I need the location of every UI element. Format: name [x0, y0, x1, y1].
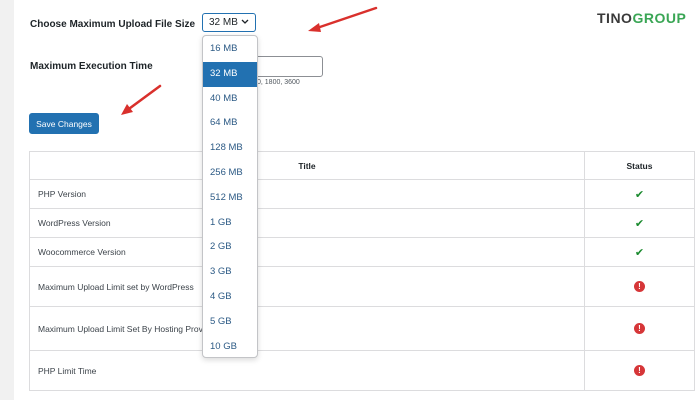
status-table: Title Status PHP Version ✔ WordPress Ver…: [29, 151, 695, 391]
check-icon: ✔: [634, 246, 645, 259]
table-row: PHP Version ✔: [29, 179, 695, 209]
execution-time-hint: 0, 1800, 3600: [257, 79, 300, 86]
table-row: Maximum Upload Limit set by WordPress !: [29, 266, 695, 307]
option-2gb[interactable]: 2 GB: [203, 235, 257, 260]
table-row: Woocommerce Version ✔: [29, 237, 695, 267]
status-cell: !: [584, 350, 695, 391]
option-64mb[interactable]: 64 MB: [203, 111, 257, 136]
status-cell: !: [584, 266, 695, 307]
row-title: PHP Version: [29, 179, 585, 209]
upload-size-select[interactable]: 32 MB: [202, 13, 256, 32]
table-row: PHP Limit Time !: [29, 350, 695, 391]
brand-name-accent: GROUP: [632, 10, 687, 26]
check-icon: ✔: [634, 217, 645, 230]
option-4gb[interactable]: 4 GB: [203, 285, 257, 310]
option-3gb[interactable]: 3 GB: [203, 260, 257, 285]
save-changes-button[interactable]: Save Changes: [29, 113, 99, 134]
row-title: WordPress Version: [29, 208, 585, 238]
table-row: WordPress Version ✔: [29, 208, 695, 238]
row-title: PHP Limit Time: [29, 350, 585, 391]
row-title: Maximum Upload Limit set by WordPress: [29, 266, 585, 307]
execution-time-input[interactable]: [253, 56, 323, 77]
annotation-arrow-icon: [121, 84, 162, 115]
chevron-down-icon: [241, 19, 249, 24]
warning-icon: !: [634, 323, 645, 334]
table-header-row: Title Status: [29, 151, 695, 180]
upload-size-dropdown: 16 MB 32 MB 40 MB 64 MB 128 MB 256 MB 51…: [202, 35, 258, 358]
option-1gb[interactable]: 1 GB: [203, 211, 257, 236]
option-512mb[interactable]: 512 MB: [203, 186, 257, 211]
option-128mb[interactable]: 128 MB: [203, 136, 257, 161]
brand-logo: TINOGROUP: [597, 10, 686, 26]
brand-name-main: TINO: [597, 10, 633, 26]
option-5gb[interactable]: 5 GB: [203, 310, 257, 335]
upload-size-label: Choose Maximum Upload File Size: [30, 19, 196, 30]
execution-time-label: Maximum Execution Time: [30, 61, 153, 72]
status-cell: ✔: [584, 208, 695, 238]
warning-icon: !: [634, 365, 645, 376]
status-cell: !: [584, 306, 695, 351]
title-column-header: Title: [29, 151, 585, 180]
status-column-header: Status: [584, 151, 695, 180]
table-row: Maximum Upload Limit Set By Hosting Prov…: [29, 306, 695, 351]
row-title: Maximum Upload Limit Set By Hosting Prov…: [29, 306, 585, 351]
status-cell: ✔: [584, 179, 695, 209]
row-title: Woocommerce Version: [29, 237, 585, 267]
option-10gb[interactable]: 10 GB: [203, 335, 257, 357]
check-icon: ✔: [634, 188, 645, 201]
annotation-arrow-icon: [308, 6, 378, 32]
option-32mb[interactable]: 32 MB: [203, 61, 257, 87]
option-40mb[interactable]: 40 MB: [203, 87, 257, 112]
option-16mb[interactable]: 16 MB: [203, 37, 257, 62]
warning-icon: !: [634, 281, 645, 292]
option-256mb[interactable]: 256 MB: [203, 161, 257, 186]
upload-size-value: 32 MB: [209, 17, 238, 28]
status-cell: ✔: [584, 237, 695, 267]
